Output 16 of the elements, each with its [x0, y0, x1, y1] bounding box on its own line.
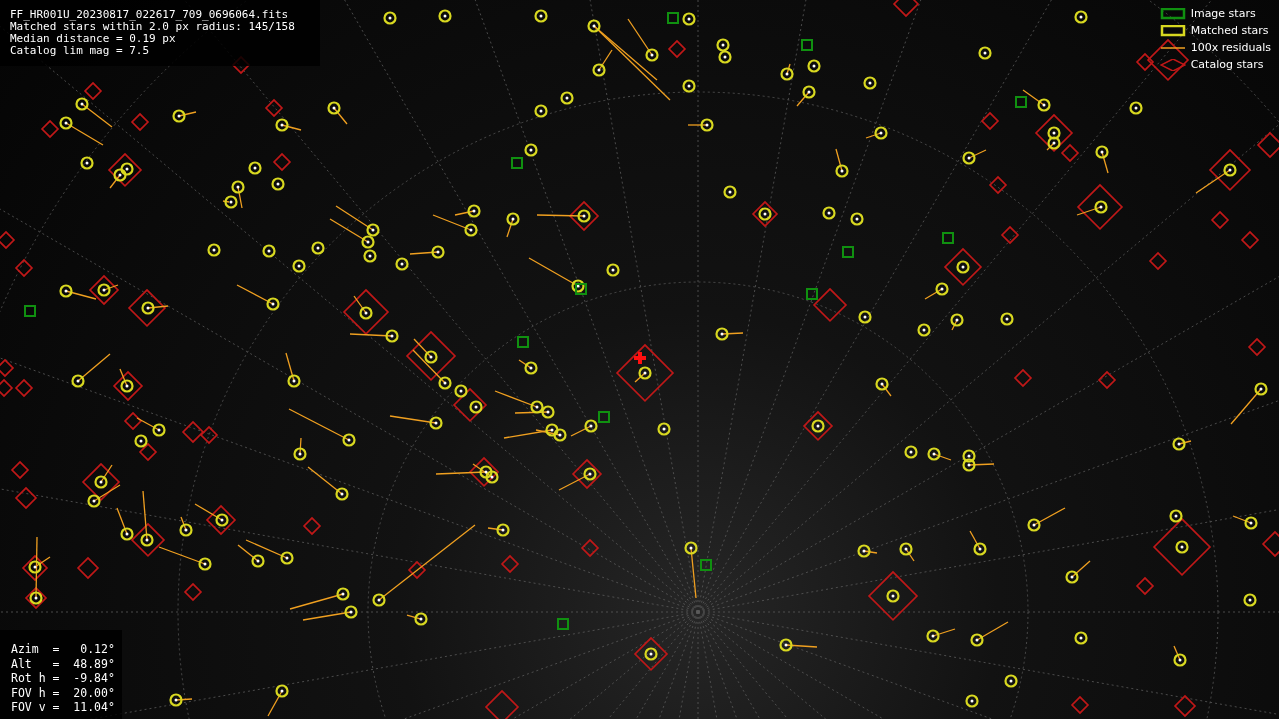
info-line: FF_HR001U_20230817_022617_709_0696064.fits	[10, 9, 290, 21]
pointing-line: Alt = 48.89°	[11, 656, 116, 671]
legend-label: Catalog stars	[1190, 58, 1264, 71]
pointing-line: Azim = 0.12°	[11, 642, 116, 657]
catalog-swatch-icon	[1159, 58, 1186, 71]
legend-label: Image stars	[1190, 7, 1256, 20]
info-line: Matched stars within 2.0 px radius: 145/158	[10, 21, 296, 33]
legend-label: 100x residuals	[1190, 41, 1271, 54]
legend-label: Matched stars	[1190, 24, 1269, 37]
info-line: Median distance = 0.19 px	[10, 33, 177, 45]
rectangle-swatch-icon	[1159, 24, 1186, 37]
pointing-line: FOV v = 11.04°	[11, 700, 116, 715]
pointing-line: FOV h = 20.00°	[11, 685, 116, 700]
info-line: Catalog lim mag = 7.5	[10, 45, 151, 57]
rectangle-swatch-icon	[1159, 7, 1186, 20]
pointing-line: Rot h = -9.84°	[11, 671, 116, 686]
